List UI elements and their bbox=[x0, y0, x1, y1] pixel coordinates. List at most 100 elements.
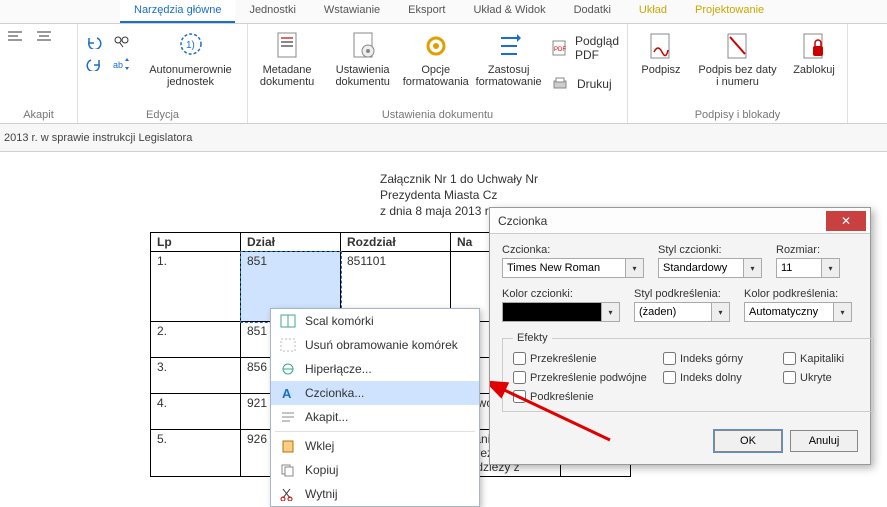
group-podpisy-label: Podpisy i blokady bbox=[634, 107, 841, 121]
tab-dodatki[interactable]: Dodatki bbox=[560, 0, 625, 23]
effects-legend: Efekty bbox=[513, 332, 552, 344]
font-dialog: Czcionka ✕ Czcionka: ▾ Styl czcionki: ▾ … bbox=[489, 207, 871, 465]
group-ustawienia-label: Ustawienia dokumentu bbox=[254, 107, 621, 121]
tab-projektowanie[interactable]: Projektowanie bbox=[681, 0, 778, 23]
chevron-down-icon[interactable]: ▾ bbox=[712, 302, 730, 322]
underline-style-label: Styl podkreślenia: bbox=[634, 288, 730, 300]
tab-wstawianie[interactable]: Wstawianie bbox=[310, 0, 394, 23]
svg-text:A: A bbox=[282, 386, 292, 400]
doc-header-line-1: Załącznik Nr 1 do Uchwały Nr bbox=[380, 172, 887, 186]
chk-double-strike[interactable]: Przekreślenie podwójne bbox=[513, 371, 663, 384]
document-title-bar: 2013 r. w sprawie instrukcji Legislatora bbox=[0, 124, 887, 152]
font-color-label: Kolor czcionki: bbox=[502, 288, 620, 300]
svg-text:ab: ab bbox=[113, 60, 123, 70]
podpis-bez-button[interactable]: Podpis bez daty i numeru bbox=[696, 28, 779, 90]
chk-smallcaps[interactable]: Kapitaliki bbox=[783, 352, 863, 365]
dialog-close-button[interactable]: ✕ bbox=[826, 211, 866, 231]
print-icon bbox=[551, 76, 569, 92]
tab-jednostki[interactable]: Jednostki bbox=[235, 0, 309, 23]
zablokuj-button[interactable]: Zablokuj bbox=[787, 28, 841, 78]
col-rozdzial: Rozdział bbox=[341, 233, 451, 252]
ok-button[interactable]: OK bbox=[714, 430, 782, 452]
tab-uklad-widok[interactable]: Układ & Widok bbox=[459, 0, 559, 23]
chk-superscript[interactable]: Indeks górny bbox=[663, 352, 783, 365]
group-edycja-label: Edycja bbox=[84, 107, 241, 121]
autonumerowanie-button[interactable]: 1) Autonumerownie jednostek bbox=[140, 28, 241, 90]
font-combo[interactable] bbox=[502, 258, 626, 278]
ctx-font[interactable]: ACzcionka... bbox=[271, 381, 479, 405]
chk-hidden[interactable]: Ukryte bbox=[783, 371, 863, 384]
col-dzial: Dział bbox=[241, 233, 341, 252]
replace-icon[interactable]: ab bbox=[112, 56, 132, 72]
ctx-merge-cells[interactable]: Scal komórki bbox=[271, 309, 479, 333]
document-gear-icon bbox=[347, 30, 379, 62]
metadane-button[interactable]: Metadane dokumentu bbox=[254, 28, 320, 90]
tab-eksport[interactable]: Eksport bbox=[394, 0, 459, 23]
underline-style-combo[interactable] bbox=[634, 302, 712, 322]
group-akapit-label: Akapit bbox=[6, 107, 71, 121]
font-icon: A bbox=[279, 385, 297, 401]
ctx-separator bbox=[275, 431, 475, 432]
ctx-paste[interactable]: Wklej bbox=[271, 434, 479, 458]
gear-icon bbox=[420, 30, 452, 62]
sign-icon bbox=[645, 30, 677, 62]
ctx-paragraph[interactable]: Akapit... bbox=[271, 405, 479, 429]
undo-icon[interactable] bbox=[84, 34, 104, 50]
align-center-icon[interactable] bbox=[34, 28, 54, 44]
close-icon: ✕ bbox=[841, 214, 851, 228]
tab-narzedzia-glowne[interactable]: Narzędzia główne bbox=[120, 0, 235, 23]
underline-color-combo[interactable] bbox=[744, 302, 834, 322]
ribbon-tabs: Narzędzia główne Jednostki Wstawianie Ek… bbox=[0, 0, 887, 24]
ctx-hyperlink[interactable]: Hiperłącze... bbox=[271, 357, 479, 381]
chk-subscript[interactable]: Indeks dolny bbox=[663, 371, 783, 384]
ctx-cut[interactable]: Wytnij bbox=[271, 482, 479, 506]
font-label: Czcionka: bbox=[502, 244, 644, 256]
svg-text:PDF: PDF bbox=[554, 47, 566, 53]
podglad-pdf-button[interactable]: PDFPodgląd PDF bbox=[551, 34, 621, 62]
chk-strikethrough[interactable]: Przekreślenie bbox=[513, 352, 663, 365]
chevron-down-icon[interactable]: ▾ bbox=[822, 258, 840, 278]
lock-icon bbox=[798, 30, 830, 62]
cancel-button[interactable]: Anuluj bbox=[790, 430, 858, 452]
effects-group: Efekty Przekreślenie Indeks górny Kapita… bbox=[502, 332, 874, 412]
noborder-icon bbox=[279, 337, 297, 353]
chk-underline[interactable]: Podkreślenie bbox=[513, 390, 663, 403]
ribbon-body: Akapit ab 1) Autonumerownie jednostek Ed… bbox=[0, 24, 887, 124]
ustawienia-dokumentu-button[interactable]: Ustawienia dokumentu bbox=[328, 28, 397, 90]
context-menu: Scal komórki Usuń obramowanie komórek Hi… bbox=[270, 308, 480, 507]
dialog-title-label: Czcionka bbox=[498, 214, 547, 228]
paragraph-icon bbox=[279, 409, 297, 425]
drukuj-button[interactable]: Drukuj bbox=[551, 76, 621, 92]
style-label: Styl czcionki: bbox=[658, 244, 762, 256]
size-label: Rozmiar: bbox=[776, 244, 840, 256]
zastosuj-formatowanie-button[interactable]: Zastosuj formatowanie bbox=[474, 28, 543, 90]
autonumber-icon: 1) bbox=[175, 30, 207, 62]
chevron-down-icon[interactable]: ▾ bbox=[626, 258, 644, 278]
cut-icon bbox=[279, 486, 297, 502]
size-combo[interactable] bbox=[776, 258, 822, 278]
chevron-down-icon[interactable]: ▾ bbox=[602, 302, 620, 322]
find-icon[interactable] bbox=[112, 34, 132, 50]
podpisz-button[interactable]: Podpisz bbox=[634, 28, 688, 78]
paste-icon bbox=[279, 438, 297, 454]
ctx-copy[interactable]: Kopiuj bbox=[271, 458, 479, 482]
merge-icon bbox=[279, 313, 297, 329]
chevron-down-icon[interactable]: ▾ bbox=[834, 302, 852, 322]
underline-color-label: Kolor podkreślenia: bbox=[744, 288, 852, 300]
dialog-titlebar[interactable]: Czcionka ✕ bbox=[490, 208, 870, 234]
document-icon bbox=[271, 30, 303, 62]
format-arrows-icon bbox=[493, 30, 525, 62]
align-left-icon[interactable] bbox=[6, 28, 26, 44]
chevron-down-icon[interactable]: ▾ bbox=[744, 258, 762, 278]
redo-icon[interactable] bbox=[84, 56, 104, 72]
link-icon bbox=[279, 361, 297, 377]
ctx-remove-borders[interactable]: Usuń obramowanie komórek bbox=[271, 333, 479, 357]
col-lp: Lp bbox=[151, 233, 241, 252]
tab-uklad[interactable]: Układ bbox=[625, 0, 681, 23]
style-combo[interactable] bbox=[658, 258, 744, 278]
opcje-formatowania-button[interactable]: Opcje formatowania bbox=[405, 28, 466, 90]
font-color-swatch[interactable] bbox=[502, 302, 602, 322]
pdf-icon: PDF bbox=[551, 40, 567, 56]
copy-icon bbox=[279, 462, 297, 478]
svg-text:1): 1) bbox=[186, 40, 195, 51]
